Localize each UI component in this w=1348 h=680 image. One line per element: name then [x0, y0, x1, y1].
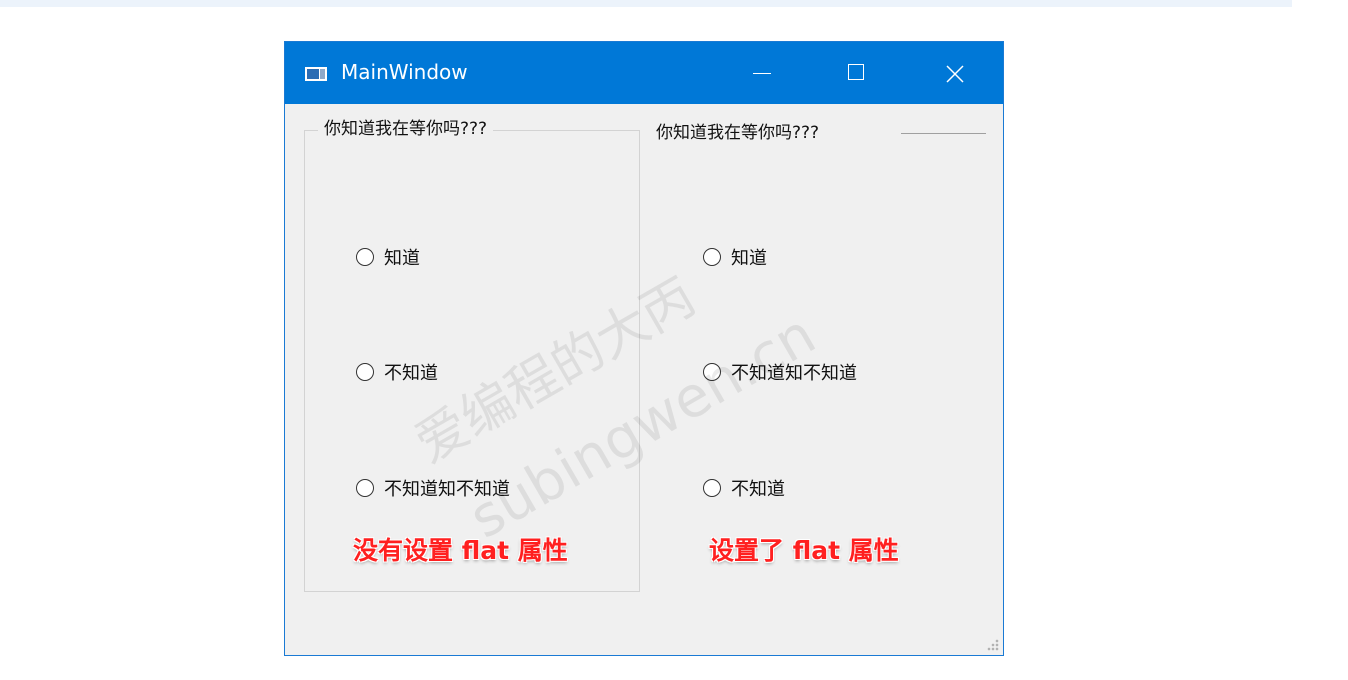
minimize-button[interactable] — [731, 42, 795, 104]
window-title: MainWindow — [341, 60, 468, 84]
maximize-button[interactable] — [823, 42, 887, 104]
groupbox-flat-line — [901, 133, 986, 134]
title-bar[interactable]: MainWindow — [285, 42, 1003, 104]
radio-label: 知道 — [731, 248, 767, 269]
groupbox-title: 你知道我在等你吗??? — [318, 118, 494, 140]
close-icon — [946, 65, 964, 83]
radio-right-know[interactable]: 知道 — [703, 244, 767, 270]
radio-button-icon[interactable] — [356, 363, 374, 381]
radio-left-dont-know[interactable]: 不知道 — [356, 359, 438, 385]
radio-label: 知道 — [384, 248, 420, 269]
radio-label: 不知道 — [384, 363, 438, 384]
radio-left-dont-know-whether[interactable]: 不知道知不知道 — [356, 475, 510, 501]
groupbox-flat: 你知道我在等你吗??? — [650, 118, 986, 148]
close-button[interactable] — [923, 42, 987, 104]
radio-label: 不知道知不知道 — [731, 363, 857, 384]
annotation-no-flat: 没有设置 flat 属性 — [353, 536, 568, 565]
resize-grip-icon[interactable] — [987, 639, 999, 651]
radio-left-know[interactable]: 知道 — [356, 244, 420, 270]
radio-button-icon[interactable] — [356, 479, 374, 497]
radio-right-dont-know[interactable]: 不知道 — [703, 475, 785, 501]
radio-right-dont-know-whether[interactable]: 不知道知不知道 — [703, 359, 857, 385]
groupbox-title: 你知道我在等你吗??? — [656, 123, 820, 143]
radio-button-icon[interactable] — [703, 479, 721, 497]
page-top-strip — [0, 0, 1292, 7]
radio-button-icon[interactable] — [703, 248, 721, 266]
radio-label: 不知道 — [731, 479, 785, 500]
app-window-icon — [305, 67, 327, 81]
radio-label: 不知道知不知道 — [384, 479, 510, 500]
radio-button-icon[interactable] — [703, 363, 721, 381]
groupbox-not-flat: 你知道我在等你吗??? — [304, 118, 640, 592]
main-window: MainWindow 你知道我在等你吗??? 知道 不知道 不知道知不知道 没有… — [284, 41, 1004, 656]
radio-button-icon[interactable] — [356, 248, 374, 266]
annotation-flat: 设置了 flat 属性 — [709, 536, 899, 565]
